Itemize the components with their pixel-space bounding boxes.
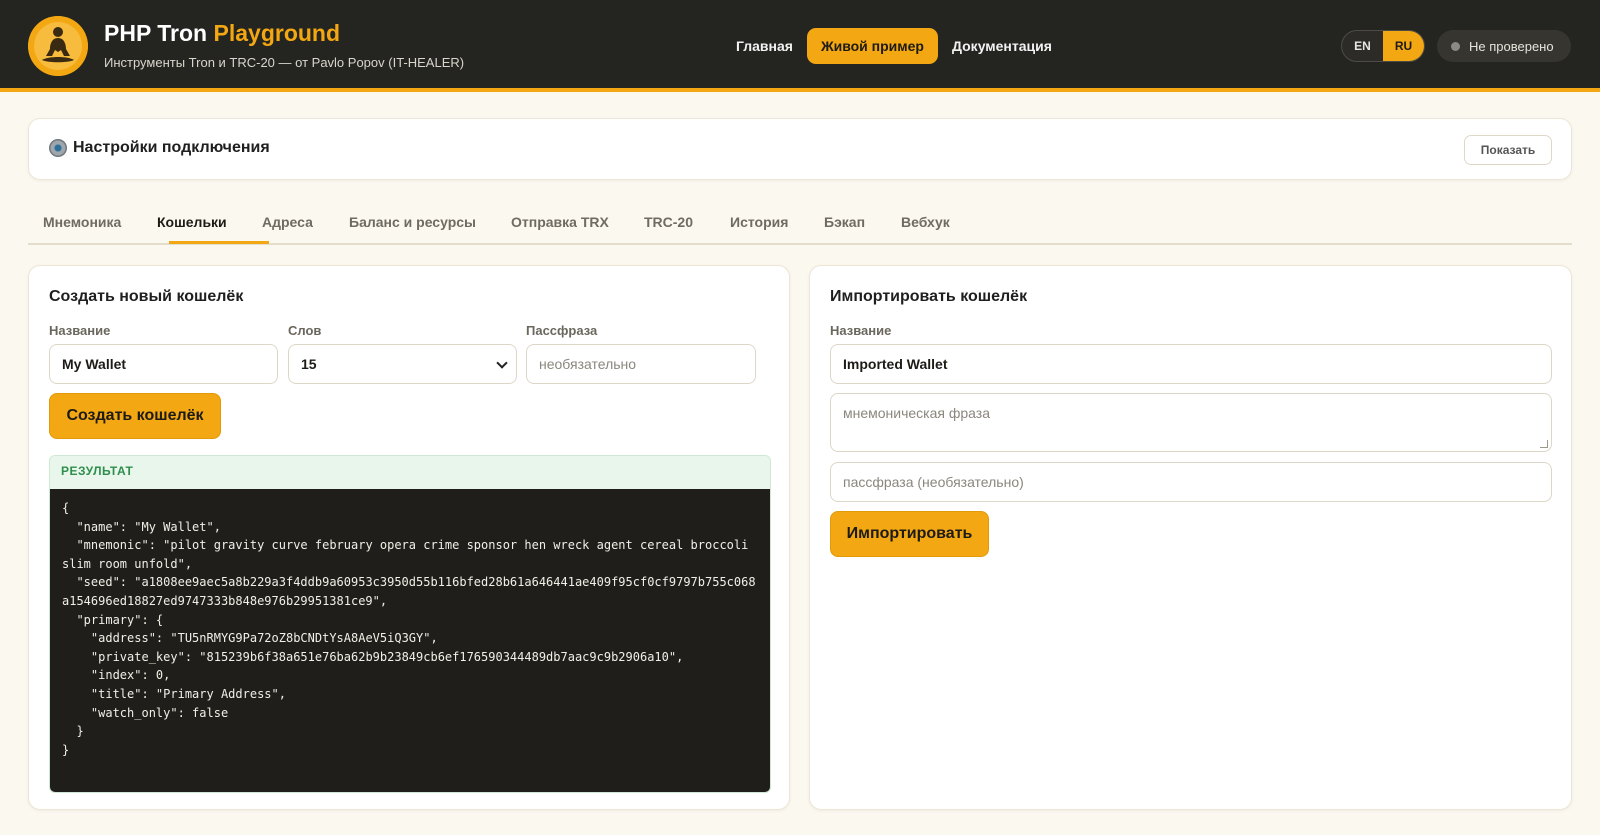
logo-icon[interactable] [28, 16, 88, 76]
connection-settings-card: Настройки подключения Показать [28, 118, 1572, 180]
tab-bar: Мнемоника Кошельки Адреса Баланс и ресур… [28, 200, 1572, 245]
passphrase-label: Пассфраза [526, 323, 598, 338]
lang-en[interactable]: EN [1342, 31, 1383, 61]
chevron-down-icon [496, 357, 508, 369]
tab-mnemonic[interactable]: Мнемоника [43, 214, 121, 230]
resize-handle-icon[interactable] [1540, 440, 1548, 448]
nav-docs[interactable]: Документация [938, 28, 1066, 64]
language-switcher: EN RU [1341, 30, 1425, 62]
meditating-person-logo [28, 16, 88, 76]
words-select[interactable]: 15 [288, 344, 517, 384]
result-json-output[interactable]: { "name": "My Wallet", "mnemonic": "pilo… [50, 489, 770, 792]
tab-wallets[interactable]: Кошельки [157, 214, 227, 230]
brand-main: PHP Tron [104, 20, 208, 46]
active-tab-indicator [169, 241, 269, 244]
status-dot-icon [1451, 41, 1460, 51]
tab-balance[interactable]: Баланс и ресурсы [349, 214, 476, 230]
show-settings-button[interactable]: Показать [1464, 135, 1552, 165]
create-wallet-title: Создать новый кошелёк [49, 288, 244, 305]
brand-accent: Playground [213, 20, 341, 46]
passphrase-input[interactable]: необязательно [526, 344, 756, 384]
import-name-label: Название [830, 323, 892, 338]
result-label: РЕЗУЛЬТАТ [50, 456, 770, 489]
tab-history[interactable]: История [730, 214, 788, 230]
tab-backup[interactable]: Бэкап [824, 214, 865, 230]
status-text: Не проверено [1469, 38, 1554, 54]
tab-webhook[interactable]: Вебхук [901, 214, 950, 230]
nav-home[interactable]: Главная [721, 28, 807, 64]
tab-addresses[interactable]: Адреса [262, 214, 313, 230]
import-wallet-card: Импортировать кошелёк Название Imported … [809, 265, 1572, 810]
tab-trc20[interactable]: TRC-20 [644, 214, 693, 230]
mnemonic-textarea[interactable]: мнемоническая фраза [830, 393, 1552, 452]
lang-ru[interactable]: RU [1383, 31, 1424, 61]
mnemonic-placeholder: мнемоническая фраза [843, 405, 991, 421]
import-button[interactable]: Импортировать [830, 511, 989, 557]
import-wallet-title: Импортировать кошелёк [830, 288, 1028, 305]
words-label: Слов [288, 323, 322, 338]
gear-icon [49, 139, 67, 157]
brand-subtitle: Инструменты Tron и TRC-20 — от Pavlo Pop… [104, 55, 465, 70]
brand-title[interactable]: PHP Tron Playground [104, 20, 340, 47]
wallet-name-label: Название [49, 323, 111, 338]
settings-title-text: Настройки подключения [73, 139, 270, 156]
create-wallet-card: Создать новый кошелёк Название Слов Пасс… [28, 265, 790, 810]
nav-live-example[interactable]: Живой пример [806, 28, 938, 64]
words-selected-value: 15 [301, 356, 317, 372]
main-nav: Главная Живой пример Документация [721, 28, 1066, 64]
settings-title: Настройки подключения [49, 139, 270, 157]
result-panel: РЕЗУЛЬТАТ { "name": "My Wallet", "mnemon… [49, 455, 771, 793]
import-passphrase-input[interactable]: пассфраза (необязательно) [830, 462, 1552, 502]
tab-send-trx[interactable]: Отправка TRX [511, 214, 609, 230]
top-header: PHP Tron Playground Инструменты Tron и T… [0, 0, 1600, 92]
connection-status-badge: Не проверено [1437, 30, 1571, 62]
create-wallet-button[interactable]: Создать кошелёк [49, 393, 221, 439]
wallet-name-input[interactable]: My Wallet [49, 344, 278, 384]
import-name-input[interactable]: Imported Wallet [830, 344, 1552, 384]
